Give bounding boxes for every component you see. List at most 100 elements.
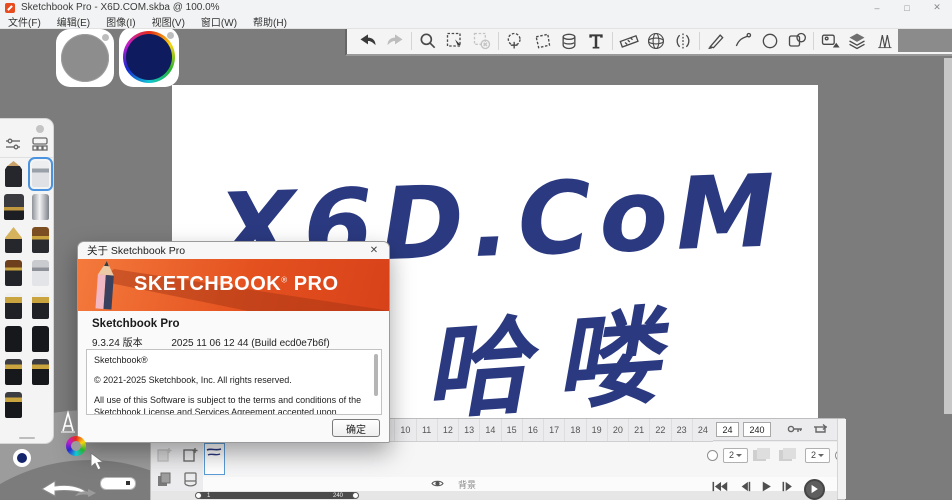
- ruler-number[interactable]: 16: [522, 419, 543, 441]
- add-frame-before-icon[interactable]: [156, 446, 172, 462]
- brush-puck-disc[interactable]: [61, 34, 109, 82]
- brush-item[interactable]: [5, 293, 22, 319]
- deselect-icon[interactable]: [471, 30, 493, 52]
- color-puck[interactable]: [119, 27, 179, 87]
- ruler-number[interactable]: 11: [416, 419, 437, 441]
- brush-item[interactable]: [32, 260, 49, 286]
- brush-item[interactable]: [5, 227, 22, 253]
- perspective-icon[interactable]: [645, 30, 667, 52]
- timeline-right-scrollbar[interactable]: [837, 419, 846, 499]
- brush-item[interactable]: [32, 227, 49, 253]
- play-icon[interactable]: [760, 480, 772, 498]
- current-frame-input[interactable]: [716, 422, 739, 437]
- timeline-scrollbar[interactable]: 1 240: [197, 492, 357, 499]
- brush-item[interactable]: [32, 194, 49, 220]
- slider-pill[interactable]: [100, 477, 136, 490]
- puck-handle-dot[interactable]: [167, 32, 174, 39]
- current-color-dot[interactable]: [13, 449, 31, 467]
- ruler-number[interactable]: 24: [692, 419, 713, 441]
- onion-next-dropdown[interactable]: 2: [805, 448, 830, 463]
- fill-icon[interactable]: [558, 30, 580, 52]
- symmetry-icon[interactable]: [672, 30, 694, 52]
- onion-prev-dropdown[interactable]: 2: [723, 448, 748, 463]
- ruler-number[interactable]: 10: [394, 419, 415, 441]
- redo-icon[interactable]: [384, 30, 406, 52]
- brush-item[interactable]: [32, 161, 49, 187]
- menu-item[interactable]: 文件(F): [0, 14, 49, 29]
- onion-skin-controls: 2 2: [707, 445, 846, 465]
- dialog-title-bar[interactable]: 关于 Sketchbook Pro ✕: [78, 242, 389, 259]
- brush-puck[interactable]: [56, 29, 114, 87]
- ruler-number[interactable]: 12: [437, 419, 458, 441]
- dialog-close-icon[interactable]: ✕: [366, 243, 382, 258]
- add-frame-icon[interactable]: [182, 446, 198, 462]
- frame-thumbnail[interactable]: [204, 443, 225, 475]
- brush-item[interactable]: [32, 359, 49, 385]
- ruler-number[interactable]: 19: [586, 419, 607, 441]
- import-image-icon[interactable]: [819, 30, 841, 52]
- scroll-start-knob[interactable]: [195, 492, 202, 499]
- brush-item[interactable]: [5, 260, 22, 286]
- add-selection-icon[interactable]: [504, 30, 526, 52]
- ruler-number[interactable]: 21: [628, 419, 649, 441]
- ruler-number[interactable]: 17: [543, 419, 564, 441]
- puck-handle-dot[interactable]: [102, 34, 109, 41]
- ruler-number[interactable]: 18: [564, 419, 585, 441]
- brush-item[interactable]: [5, 161, 22, 187]
- minimize-button[interactable]: –: [862, 0, 892, 15]
- previous-frame-icon[interactable]: [737, 480, 751, 498]
- predictive-stroke-icon[interactable]: [705, 30, 727, 52]
- shapes-icon[interactable]: [786, 30, 808, 52]
- close-button[interactable]: ✕: [922, 0, 952, 15]
- ok-button[interactable]: 确定: [332, 419, 380, 437]
- duplicate-frame-icon[interactable]: [156, 471, 172, 487]
- menu-item[interactable]: 帮助(H): [245, 14, 295, 29]
- text-icon[interactable]: [585, 30, 607, 52]
- onion-skin-icon[interactable]: [182, 471, 198, 487]
- onion-prev-radio[interactable]: [707, 450, 718, 461]
- redo-swoosh-icon[interactable]: [74, 485, 98, 500]
- skip-to-start-icon[interactable]: [711, 480, 728, 498]
- brush-item[interactable]: [4, 194, 24, 220]
- ruler-number[interactable]: 20: [607, 419, 628, 441]
- ruler-number[interactable]: 14: [479, 419, 500, 441]
- zoom-icon[interactable]: [417, 30, 439, 52]
- menu-item[interactable]: 视图(V): [144, 14, 193, 29]
- panel-close-dot-icon[interactable]: [36, 125, 44, 133]
- loop-icon[interactable]: [813, 421, 828, 439]
- transform-icon[interactable]: [531, 30, 553, 52]
- brush-item[interactable]: [32, 326, 49, 352]
- key-icon[interactable]: [787, 421, 803, 439]
- color-wheel-mini-icon[interactable]: [66, 436, 86, 456]
- ruler-number[interactable]: 23: [671, 419, 692, 441]
- layers-icon[interactable]: [846, 30, 868, 52]
- menu-item[interactable]: 图像(I): [98, 14, 143, 29]
- scroll-end-knob[interactable]: [352, 492, 359, 499]
- ruler-number[interactable]: 13: [458, 419, 479, 441]
- license-textbox[interactable]: Sketchbook®© 2021-2025 Sketchbook, Inc. …: [86, 349, 382, 415]
- brush-item[interactable]: [5, 326, 22, 352]
- total-frames-input[interactable]: [743, 422, 771, 437]
- menu-item[interactable]: 编辑(E): [49, 14, 98, 29]
- brush-item[interactable]: [5, 359, 22, 385]
- brush-item[interactable]: [5, 392, 22, 418]
- ruler-number[interactable]: 22: [649, 419, 670, 441]
- dual-brush-icon[interactable]: [873, 30, 895, 52]
- color-puck-disc[interactable]: [123, 31, 175, 83]
- ruler-icon[interactable]: [618, 30, 640, 52]
- undo-icon[interactable]: [357, 30, 379, 52]
- ruler-number[interactable]: 15: [501, 419, 522, 441]
- maximize-button[interactable]: □: [892, 0, 922, 15]
- brush-item[interactable]: [32, 293, 49, 319]
- license-scrollbar-thumb[interactable]: [374, 354, 378, 396]
- sliders-icon[interactable]: [5, 137, 21, 156]
- vertical-scrollbar[interactable]: [944, 58, 952, 414]
- stroke-icon[interactable]: [732, 30, 754, 52]
- menu-item[interactable]: 窗口(W): [193, 14, 245, 29]
- play-button[interactable]: [804, 479, 825, 500]
- selection-icon[interactable]: [444, 30, 466, 52]
- brush-library-icon[interactable]: [32, 137, 48, 156]
- ellipse-icon[interactable]: [759, 30, 781, 52]
- next-frame-icon[interactable]: [781, 480, 795, 498]
- panel-resize-handle[interactable]: [19, 437, 35, 439]
